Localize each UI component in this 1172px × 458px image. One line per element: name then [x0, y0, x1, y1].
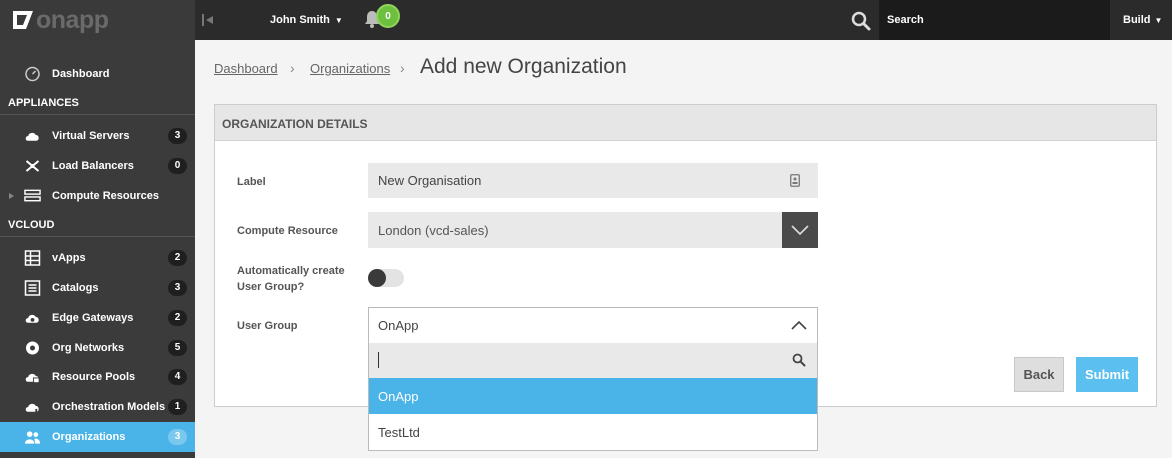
sidebar-item-orchestration-models[interactable]: Orchestration Models 1: [0, 392, 195, 422]
expand-arrow-icon[interactable]: [9, 193, 14, 199]
user-menu[interactable]: John Smith ▼: [270, 14, 343, 26]
toggle-knob: [368, 269, 386, 287]
sidebar-item-virtual-servers[interactable]: Virtual Servers 3: [0, 121, 195, 151]
sidebar-item-organizations[interactable]: Organizations 3: [0, 422, 195, 452]
auto-create-group-label: Automatically create User Group?: [237, 263, 345, 295]
user-group-option[interactable]: OnApp: [369, 378, 817, 414]
sidebar-item-dashboard[interactable]: Dashboard: [0, 59, 195, 89]
sidebar-divider: [0, 236, 195, 237]
sidebar-item-label: Orchestration Models: [52, 401, 166, 413]
orchestration-icon: [25, 403, 39, 413]
sidebar-item-label: Edge Gateways: [52, 312, 134, 324]
sidebar-item-label: Load Balancers: [52, 160, 134, 172]
compute-resource-select[interactable]: London (vcd-sales): [368, 212, 818, 248]
breadcrumb-separator-icon: ›: [290, 60, 295, 76]
user-group-search-input[interactable]: [369, 343, 817, 378]
count-badge: 3: [168, 429, 187, 445]
chevron-down-icon: [791, 225, 809, 235]
count-badge: 2: [168, 250, 187, 266]
sidebar-item-compute-resources[interactable]: Compute Resources: [0, 181, 195, 211]
label-field-label: Label: [237, 176, 266, 188]
auto-create-label-line1: Automatically create: [237, 265, 345, 277]
grid-icon: [24, 250, 41, 266]
search-input[interactable]: Search: [879, 0, 1110, 40]
logo-text: onapp: [36, 6, 109, 34]
back-button[interactable]: Back: [1014, 357, 1064, 392]
auto-create-label-line2: User Group?: [237, 281, 305, 293]
logo[interactable]: onapp: [0, 0, 195, 40]
count-badge: 3: [168, 128, 187, 144]
breadcrumb-organizations[interactable]: Organizations: [310, 61, 390, 76]
collapse-sidebar-icon: [202, 14, 213, 26]
submit-button[interactable]: Submit: [1076, 357, 1138, 392]
server-icon: [24, 189, 41, 202]
onapp-logo-icon: [13, 11, 33, 29]
network-icon: [26, 341, 39, 355]
sidebar-item-label: Compute Resources: [52, 190, 159, 202]
count-badge: 0: [168, 158, 187, 174]
sidebar-section-appliances: APPLIANCES: [8, 97, 79, 109]
count-badge: 1: [168, 399, 187, 415]
search-icon: [792, 353, 806, 367]
panel-header: ORGANIZATION DETAILS: [215, 105, 1156, 141]
sidebar-item-label: Virtual Servers: [52, 130, 130, 142]
user-group-option[interactable]: TestLtd: [369, 414, 817, 450]
text-cursor: [378, 352, 379, 368]
dashboard-icon: [25, 66, 40, 82]
collapse-sidebar-button[interactable]: [196, 0, 220, 40]
count-badge: 5: [168, 340, 187, 356]
sidebar-item-resource-pools[interactable]: Resource Pools 4: [0, 362, 195, 392]
user-group-selected[interactable]: OnApp: [369, 308, 817, 343]
user-group-dropdown[interactable]: OnApp OnApp TestLtd: [368, 307, 818, 451]
select-arrow-button[interactable]: [782, 212, 818, 248]
sidebar-item-load-balancers[interactable]: Load Balancers 0: [0, 151, 195, 181]
sidebar-item-catalogs[interactable]: Catalogs 3: [0, 273, 195, 303]
sidebar-divider: [0, 114, 195, 115]
user-group-selected-value: OnApp: [378, 318, 419, 333]
sidebar-item-vapps[interactable]: vApps 2: [0, 243, 195, 273]
breadcrumb-separator-icon: ›: [400, 60, 405, 76]
sidebar-section-vcloud: VCLOUD: [8, 219, 55, 231]
count-badge: 4: [168, 369, 187, 385]
catalog-icon: [24, 280, 41, 296]
gateway-icon: [25, 314, 39, 323]
user-name: John Smith: [270, 14, 330, 26]
sidebar-item-label: Dashboard: [52, 68, 110, 80]
build-label: Build: [1123, 14, 1151, 26]
chevron-down-icon: ▼: [1154, 16, 1163, 25]
auto-create-group-toggle[interactable]: [368, 269, 404, 287]
user-group-label: User Group: [237, 320, 298, 332]
sidebar-item-label: Catalogs: [52, 282, 99, 294]
cloud-pool-icon: [25, 373, 40, 384]
label-input-value: New Organisation: [378, 173, 482, 188]
users-icon: [24, 431, 41, 444]
load-balancer-icon: [25, 160, 40, 172]
count-badge: 2: [168, 310, 187, 326]
build-menu-button[interactable]: Build ▼: [1110, 0, 1172, 40]
sidebar-item-label: vApps: [52, 252, 86, 264]
compute-resource-value: London (vcd-sales): [378, 223, 489, 238]
sidebar-item-label: Org Networks: [52, 342, 125, 354]
chevron-down-icon: ▼: [334, 16, 343, 25]
breadcrumb-dashboard[interactable]: Dashboard: [214, 61, 278, 76]
sidebar-item-org-networks[interactable]: Org Networks 5: [0, 333, 195, 363]
page-title: Add new Organization: [420, 55, 627, 78]
search-icon[interactable]: [850, 10, 872, 32]
sidebar-item-label: Organizations: [52, 431, 126, 443]
sidebar: Dashboard APPLIANCES Virtual Servers 3 L…: [0, 40, 195, 458]
compute-resource-label: Compute Resource: [237, 225, 338, 237]
sidebar-item-label: Resource Pools: [52, 371, 136, 383]
chevron-up-icon[interactable]: [791, 320, 807, 330]
cloud-icon: [25, 132, 39, 141]
notifications-count-badge[interactable]: 0: [376, 4, 400, 28]
contact-card-icon: [790, 174, 800, 187]
count-badge: 3: [168, 280, 187, 296]
label-input[interactable]: New Organisation: [368, 163, 818, 198]
sidebar-item-edge-gateways[interactable]: Edge Gateways 2: [0, 303, 195, 333]
top-bar: onapp John Smith ▼ 0 Search Build ▼: [0, 0, 1172, 40]
